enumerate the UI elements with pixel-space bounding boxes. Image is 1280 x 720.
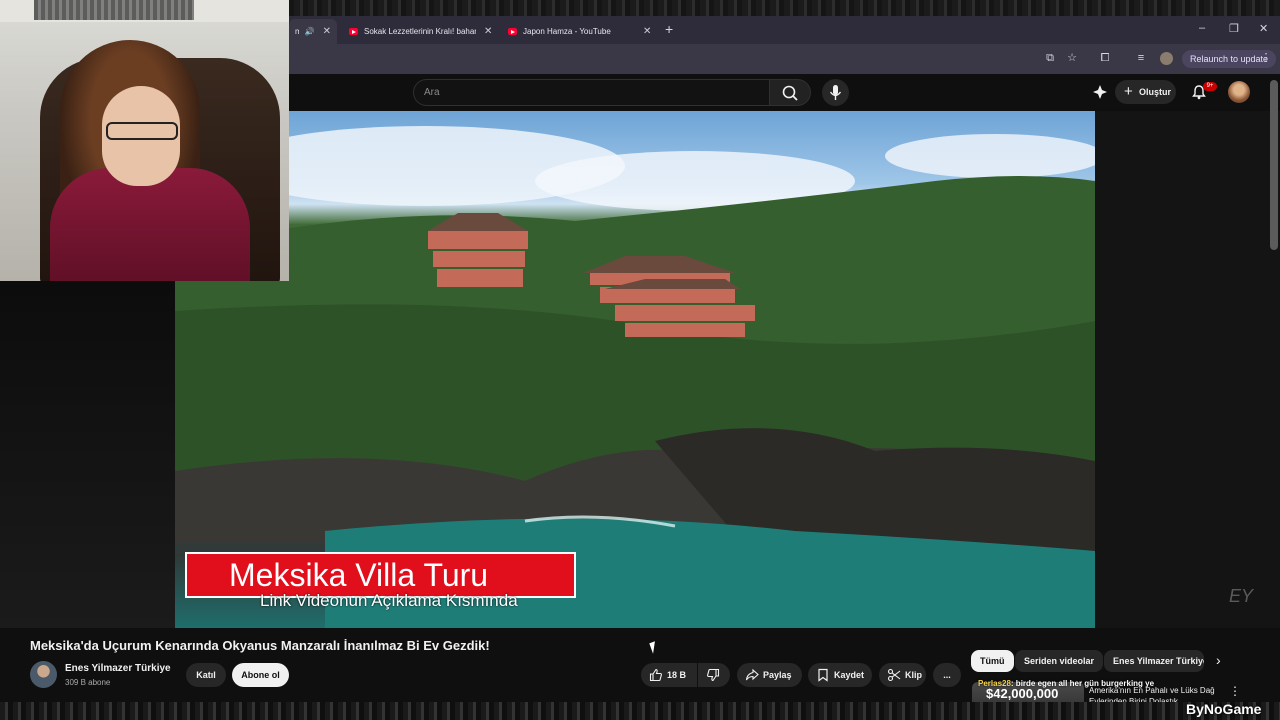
share-icon bbox=[745, 668, 759, 681]
bookmark-star-icon[interactable]: ☆ bbox=[1065, 51, 1079, 65]
tab-label: Sokak Lezzetlerinin Kralı! bahar bbox=[364, 27, 476, 36]
more-actions-button[interactable]: ... bbox=[933, 663, 961, 687]
recommendation-thumbnail-text: $42,000,000 bbox=[986, 686, 1059, 701]
recommendation-more-icon[interactable]: ⋮ bbox=[1229, 684, 1241, 698]
close-icon[interactable]: ✕ bbox=[484, 26, 492, 37]
create-button[interactable]: Oluştur bbox=[1115, 80, 1176, 104]
chip-channel[interactable]: Enes Yilmazer Türkiye bbox=[1104, 650, 1204, 672]
share-button[interactable]: Paylaş bbox=[737, 663, 802, 687]
scissors-icon bbox=[887, 668, 901, 682]
video-title: Meksika'da Uçurum Kenarında Okyanus Manz… bbox=[30, 638, 490, 653]
mouse-cursor bbox=[649, 641, 659, 654]
youtube-icon bbox=[349, 28, 358, 35]
window-close-icon[interactable]: ✕ bbox=[1259, 22, 1268, 35]
page-background-right bbox=[1095, 111, 1280, 628]
save-label: Kaydet bbox=[834, 670, 865, 680]
stream-overlay-bottom bbox=[0, 702, 1280, 720]
video-player[interactable]: Meksika Villa Turu Link Videonun Açıklam… bbox=[175, 111, 1095, 628]
chat-username: Perlas28 bbox=[978, 679, 1011, 688]
profile-avatar[interactable] bbox=[1160, 52, 1173, 65]
search-input[interactable]: Ara bbox=[413, 79, 770, 106]
browser-toolbar: ⧉ ☆ ⧠ ≡ Relaunch to update ⋮ bbox=[289, 44, 1280, 74]
youtube-header: Ara Oluştur 9+ bbox=[289, 74, 1280, 111]
tab-label: Japon Hamza - YouTube bbox=[523, 27, 611, 36]
channel-avatar[interactable] bbox=[30, 661, 57, 688]
close-icon[interactable]: ✕ bbox=[643, 26, 651, 37]
voice-search-button[interactable] bbox=[822, 79, 849, 106]
microphone-icon bbox=[829, 85, 842, 100]
thumbs-down-icon bbox=[707, 668, 720, 682]
media-controls-icon[interactable]: ≡ bbox=[1134, 51, 1148, 65]
chip-series[interactable]: Seriden videolar bbox=[1015, 650, 1104, 672]
tab-japon-hamza[interactable]: Japon Hamza - YouTube ✕ bbox=[502, 19, 659, 44]
thumbs-up-icon bbox=[649, 668, 662, 682]
subscriber-count: 309 B abone bbox=[65, 678, 111, 687]
search-button[interactable] bbox=[770, 79, 811, 106]
install-icon[interactable]: ⧉ bbox=[1043, 51, 1057, 65]
page-background-left bbox=[0, 281, 175, 628]
youtube-icon bbox=[508, 28, 517, 35]
bookmark-icon bbox=[818, 668, 828, 682]
speaker-icon[interactable]: 🔊 bbox=[305, 27, 315, 36]
premium-sparkle-icon[interactable] bbox=[1092, 84, 1108, 100]
webcam-glasses bbox=[106, 122, 178, 140]
streamer-webcam bbox=[0, 0, 289, 281]
close-icon[interactable]: ✕ bbox=[323, 26, 331, 37]
dislike-button[interactable] bbox=[698, 663, 730, 687]
notification-badge: 9+ bbox=[1203, 82, 1217, 91]
chevron-right-icon[interactable]: › bbox=[1216, 652, 1221, 668]
video-frame-scene bbox=[175, 126, 1095, 628]
screen: m K 🔊 ✕ Sokak Lezzetlerinin Kralı! bahar… bbox=[0, 0, 1280, 720]
channel-watermark-logo: EY bbox=[1229, 586, 1254, 606]
join-button[interactable]: Katıl bbox=[186, 663, 226, 687]
stream-chat-message: Perlas28: birde egen all her gün burgerk… bbox=[978, 679, 1154, 688]
page-scrollbar[interactable] bbox=[1270, 80, 1278, 250]
webcam-wall-decor bbox=[34, 0, 194, 20]
tab-label: m K bbox=[295, 27, 299, 36]
chip-all[interactable]: Tümü bbox=[971, 650, 1014, 672]
search-icon bbox=[782, 85, 798, 101]
save-button[interactable]: Kaydet bbox=[808, 663, 872, 687]
menu-kebab-icon[interactable]: ⋮ bbox=[1259, 51, 1273, 65]
like-button[interactable]: 18 B bbox=[641, 663, 697, 687]
subscribe-button[interactable]: Abone ol bbox=[232, 663, 289, 687]
clip-button[interactable]: Klip bbox=[879, 663, 926, 687]
stream-watermark: ByNoGame bbox=[1186, 701, 1262, 717]
maximize-icon[interactable]: ❐ bbox=[1229, 22, 1239, 35]
share-label: Paylaş bbox=[763, 670, 792, 680]
clip-label: Klip bbox=[905, 670, 922, 680]
like-count: 18 B bbox=[667, 670, 687, 680]
new-tab-icon[interactable]: + bbox=[665, 21, 673, 37]
user-avatar[interactable] bbox=[1228, 81, 1250, 103]
tab-current[interactable]: m K 🔊 ✕ bbox=[289, 19, 337, 44]
minimize-icon[interactable]: – bbox=[1199, 22, 1205, 34]
extensions-icon[interactable]: ⧠ bbox=[1098, 51, 1112, 65]
tab-sokak[interactable]: Sokak Lezzetlerinin Kralı! bahar ✕ bbox=[343, 19, 499, 44]
chat-text: : birde egen all her gün burgerking ye bbox=[1010, 679, 1155, 688]
browser-tab-bar: m K 🔊 ✕ Sokak Lezzetlerinin Kralı! bahar… bbox=[289, 16, 1280, 44]
channel-name[interactable]: Enes Yilmazer Türkiye bbox=[65, 663, 171, 674]
video-banner-subtext: Link Videonun Açıklama Kısmında bbox=[260, 591, 518, 610]
